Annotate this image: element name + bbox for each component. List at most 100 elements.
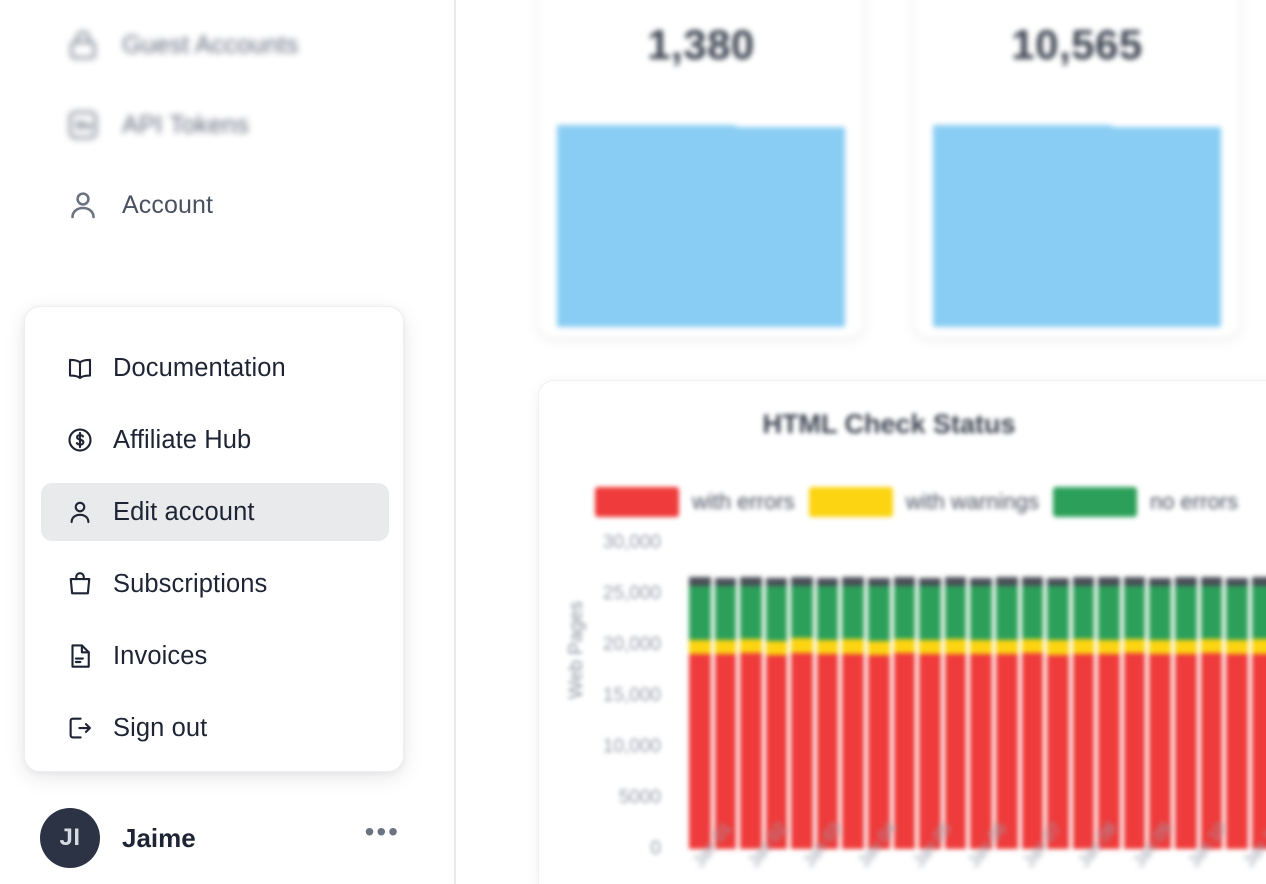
chart-bar[interactable] (1251, 577, 1266, 849)
legend-item[interactable]: no errors (1052, 487, 1239, 517)
chart-bar-segment (842, 585, 865, 640)
dollar-circle-icon (65, 425, 95, 455)
chart-bar-segment (944, 585, 967, 640)
legend-item[interactable]: with warnings (808, 487, 1039, 517)
chart-bar[interactable] (842, 577, 865, 849)
chart-bar-segment (1072, 577, 1095, 586)
menu-item-label: Invoices (113, 641, 208, 670)
chart-bar-segment (1149, 640, 1171, 655)
chart-bar-segment (791, 638, 813, 653)
menu-item-label: Affiliate Hub (113, 425, 252, 454)
chart-bar[interactable] (1047, 577, 1069, 849)
stat-value: 1,380 (647, 21, 755, 68)
stat-value: 10,565 (1011, 21, 1143, 68)
menu-item-affiliate-hub[interactable]: Affiliate Hub (41, 411, 389, 469)
chart-bar-segment (765, 578, 788, 587)
chart-bar-segment (689, 653, 711, 849)
chart-bar-segment (714, 577, 737, 587)
chart-bar[interactable] (765, 578, 788, 849)
avatar: JI (40, 808, 100, 868)
chart-bar-segment (995, 585, 1018, 640)
chart-bar-segment (842, 653, 865, 849)
chart-bar[interactable] (1149, 577, 1171, 849)
chart-bar[interactable] (1174, 577, 1197, 849)
legend-swatch (595, 487, 679, 517)
stat-card: 10,565 (914, 0, 1240, 338)
chart-bar-segment (1226, 586, 1248, 640)
chart-x-axis-labels: Jan 01 Jan 02 Jan 03 Jan 04 Jan 05 Jan 06 Jan … (685, 819, 1266, 884)
chart-bar-segment (816, 586, 839, 640)
chart-bar-segment (714, 640, 737, 655)
menu-item-invoices[interactable]: Invoices (41, 627, 389, 685)
legend-item[interactable]: with errors (595, 487, 795, 517)
chart-bar[interactable] (689, 577, 711, 849)
menu-item-sign-out[interactable]: Sign out (41, 699, 389, 757)
sidebar-item-label: Guest Accounts (122, 30, 299, 59)
chart-y-tick: 30,000 (602, 532, 661, 553)
chart-bar-segment (1200, 576, 1223, 586)
chart-bar[interactable] (1123, 577, 1146, 849)
document-icon (65, 641, 95, 671)
chart-bar-segment (1123, 638, 1146, 654)
chart-bar[interactable] (714, 577, 737, 849)
chart-bar-segment (1072, 639, 1095, 654)
chart-bar[interactable] (868, 577, 890, 849)
user-more-options-button[interactable]: ••• (365, 818, 400, 849)
chart-bar-segment (1200, 653, 1223, 849)
chart-bar[interactable] (1226, 577, 1248, 849)
chart-bar-segment (1200, 585, 1223, 639)
sidebar-item-label: API Tokens (122, 110, 250, 139)
sidebar-item-account[interactable]: Account (62, 179, 213, 231)
chart-bar-segment (944, 577, 967, 586)
chart-bar[interactable] (1021, 576, 1044, 849)
chart-bar-segment (970, 654, 992, 849)
chart-bar[interactable] (740, 577, 762, 849)
chart-bar[interactable] (816, 577, 839, 849)
chart-bar-segment (1251, 639, 1266, 654)
chart-bar-segment (1072, 585, 1095, 640)
chart-bar-segment (995, 639, 1018, 654)
chart-bar[interactable] (944, 577, 967, 849)
chart-bar[interactable] (1200, 576, 1223, 849)
chart-bar-segment (842, 639, 865, 654)
chart-bar-segment (1174, 577, 1197, 586)
legend-label: no errors (1149, 489, 1239, 514)
shopping-bag-icon (65, 569, 95, 599)
chart-plot-area: Web Pages Jan 01 Jan 02 Jan 03 Jan 04 Jan 05… (539, 529, 1266, 884)
chart-bar-segment (714, 654, 737, 849)
chart-bar[interactable] (970, 577, 992, 849)
chart-bar-segment (868, 640, 890, 655)
menu-item-label: Subscriptions (113, 569, 268, 598)
chart-bar[interactable] (919, 577, 941, 849)
chart-bar[interactable] (791, 576, 813, 849)
chart-bar-segment (1174, 653, 1197, 849)
chart-bar[interactable] (995, 577, 1018, 849)
chart-bar-segment (1098, 586, 1120, 640)
sidebar-item-api-tokens[interactable]: API Tokens (62, 99, 249, 151)
chart-y-tick: 25,000 (602, 583, 661, 604)
chart-bar-segment (1021, 653, 1044, 849)
sidebar-item-label: Account (122, 190, 214, 219)
lock-icon (62, 24, 104, 66)
menu-item-edit-account[interactable]: Edit account (41, 483, 389, 541)
menu-item-documentation[interactable]: Documentation (41, 339, 389, 397)
chart-legend: with errors with warnings no errors (595, 487, 1238, 517)
sidebar-user-footer[interactable]: JI Jaime ••• (40, 806, 410, 870)
menu-item-subscriptions[interactable]: Subscriptions (41, 555, 389, 613)
chart-bar[interactable] (1098, 577, 1120, 849)
chart-bar-segment (740, 585, 762, 639)
chart-bar-segment (970, 639, 992, 655)
chart-bar[interactable] (893, 576, 916, 849)
chart-bar[interactable] (1072, 577, 1095, 849)
chart-bar-segment (1098, 639, 1120, 654)
chart-bar-segment (995, 653, 1018, 849)
chart-bar-segment (970, 577, 992, 587)
chart-bar-segment (944, 639, 967, 654)
stat-card: 1,380 (538, 0, 864, 338)
sparkline-area-chart (557, 125, 845, 327)
menu-item-label: Documentation (113, 353, 286, 382)
chart-bar-segment (919, 586, 941, 641)
chart-bar-segment (714, 586, 737, 641)
chart-bar-segment (1200, 638, 1223, 654)
sidebar-item-guest-accounts[interactable]: Guest Accounts (62, 19, 299, 71)
